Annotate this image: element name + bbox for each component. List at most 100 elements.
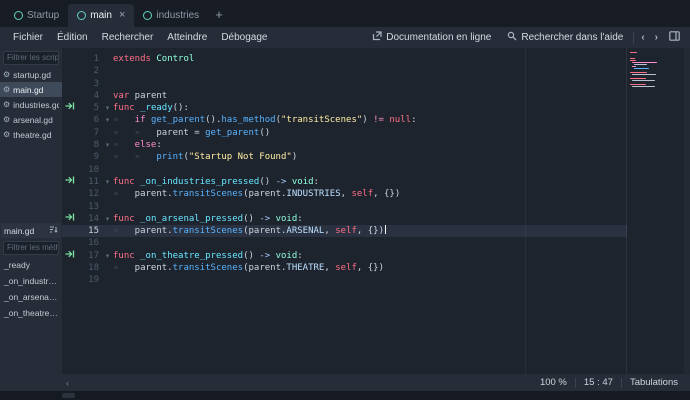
- code-line-18[interactable]: 18»parent.transitScenes(parent.THEATRE, …: [62, 262, 627, 274]
- code-text[interactable]: func _ready():: [113, 102, 189, 114]
- code-line-19[interactable]: 19: [62, 274, 627, 286]
- methods-panel-header[interactable]: main.gd: [1, 223, 61, 238]
- method-item-ready[interactable]: _ready: [0, 257, 62, 273]
- code-line-14[interactable]: 14▾func _on_arsenal_pressed() -> void:: [62, 213, 627, 225]
- sort-methods-icon[interactable]: [49, 225, 58, 236]
- search-help-button[interactable]: Rechercher dans l'aide: [499, 31, 631, 44]
- hscroll-left-arrow-icon[interactable]: ‹: [66, 378, 69, 388]
- fold-gutter: [102, 274, 113, 286]
- script-item-startup-gd[interactable]: ⚙startup.gd: [0, 67, 62, 82]
- script-item-arsenal-gd[interactable]: ⚙arsenal.gd: [0, 112, 62, 127]
- history-back-button[interactable]: ‹: [636, 32, 649, 43]
- menu-debogage[interactable]: Débogage: [214, 31, 274, 44]
- script-item-main-gd[interactable]: ⚙main.gd: [0, 82, 62, 97]
- gdscript-icon: [77, 11, 86, 20]
- signal-connection-icon[interactable]: [65, 249, 75, 263]
- code-line-8[interactable]: 8▾»else:: [62, 139, 627, 151]
- gutter-breakpoint-area[interactable]: [62, 213, 78, 225]
- code-line-12[interactable]: 12»parent.transitScenes(parent.INDUSTRIE…: [62, 188, 627, 200]
- fold-arrow-icon[interactable]: ▾: [102, 213, 113, 225]
- gutter-breakpoint-area[interactable]: [62, 127, 78, 139]
- code-text[interactable]: func _on_theatre_pressed() -> void:: [113, 250, 303, 262]
- line-number: 2: [78, 65, 102, 77]
- code-text[interactable]: extends Control: [113, 53, 194, 65]
- code-line-9[interactable]: 9»»print("Startup Not Found"): [62, 151, 627, 163]
- menu-atteindre[interactable]: Atteindre: [160, 31, 214, 44]
- menu-edition[interactable]: Édition: [50, 31, 95, 44]
- tab-startup[interactable]: Startup: [5, 4, 68, 27]
- code-text[interactable]: »parent.transitScenes(parent.THEATRE, se…: [113, 262, 384, 274]
- tab-industries[interactable]: industries: [134, 4, 208, 27]
- fold-arrow-icon[interactable]: ▾: [102, 250, 113, 262]
- indent-type-button[interactable]: Tabulations: [622, 377, 686, 388]
- code-line-7[interactable]: 7»»parent = get_parent(): [62, 127, 627, 139]
- gutter-breakpoint-area[interactable]: [62, 151, 78, 163]
- script-item-industries-gd[interactable]: ⚙industries.gd: [0, 97, 62, 112]
- script-item-theatre-gd[interactable]: ⚙theatre.gd: [0, 127, 62, 142]
- gutter-breakpoint-area[interactable]: [62, 262, 78, 274]
- gutter-breakpoint-area[interactable]: [62, 274, 78, 286]
- vertical-scrollbar[interactable]: [684, 48, 690, 374]
- code-text[interactable]: var parent: [113, 90, 167, 102]
- tab-main[interactable]: main×: [68, 4, 134, 27]
- code-text[interactable]: »parent.transitScenes(parent.INDUSTRIES,…: [113, 188, 400, 200]
- minimap[interactable]: [630, 52, 656, 90]
- gdscript-icon: [143, 11, 152, 20]
- gutter-breakpoint-area[interactable]: [62, 225, 78, 237]
- gutter-breakpoint-area[interactable]: [62, 65, 78, 77]
- code-line-3[interactable]: 3: [62, 78, 627, 90]
- code-line-13[interactable]: 13: [62, 201, 627, 213]
- signal-connection-icon[interactable]: [65, 101, 75, 115]
- online-docs-button[interactable]: Documentation en ligne: [364, 31, 499, 44]
- code-text[interactable]: func _on_arsenal_pressed() -> void:: [113, 213, 303, 225]
- code-text[interactable]: »»print("Startup Not Found"): [113, 151, 297, 163]
- minimap-divider[interactable]: [626, 48, 627, 374]
- panel-toggle-button[interactable]: [663, 31, 684, 44]
- method-item-on-theatre-pressed[interactable]: _on_theatre_pressed: [0, 305, 62, 321]
- code-text[interactable]: func _on_industries_pressed() -> void:: [113, 176, 319, 188]
- gutter-breakpoint-area[interactable]: [62, 114, 78, 126]
- fold-arrow-icon[interactable]: ▾: [102, 114, 113, 126]
- zoom-level[interactable]: 100 %: [532, 377, 575, 388]
- code-line-17[interactable]: 17▾func _on_theatre_pressed() -> void:: [62, 250, 627, 262]
- fold-arrow-icon[interactable]: ▾: [102, 176, 113, 188]
- scripts-filter-input[interactable]: Filtrer les scripts: [3, 51, 59, 65]
- code-line-10[interactable]: 10: [62, 164, 627, 176]
- signal-connection-icon[interactable]: [65, 212, 75, 226]
- method-item-on-arsenal-pressed[interactable]: _on_arsenal_pressed: [0, 289, 62, 305]
- methods-panel-script-name: main.gd: [4, 226, 49, 236]
- code-line-4[interactable]: 4var parent: [62, 90, 627, 102]
- fold-arrow-icon[interactable]: ▾: [102, 139, 113, 151]
- gutter-breakpoint-area[interactable]: [62, 102, 78, 114]
- code-text[interactable]: »parent.transitScenes(parent.ARSENAL, se…: [113, 225, 386, 237]
- signal-connection-icon[interactable]: [65, 175, 75, 189]
- history-forward-button[interactable]: ›: [650, 32, 663, 43]
- code-text[interactable]: »»parent = get_parent(): [113, 127, 270, 139]
- code-line-2[interactable]: 2: [62, 65, 627, 77]
- menu-rechercher[interactable]: Rechercher: [95, 31, 161, 44]
- gutter-breakpoint-area[interactable]: [62, 139, 78, 151]
- tab-close-icon[interactable]: ×: [119, 10, 125, 21]
- new-tab-button[interactable]: +: [208, 7, 230, 22]
- code-line-15[interactable]: 15»parent.transitScenes(parent.ARSENAL, …: [62, 225, 627, 237]
- gutter-breakpoint-area[interactable]: [62, 53, 78, 65]
- gutter-breakpoint-area[interactable]: [62, 78, 78, 90]
- gutter-breakpoint-area[interactable]: [62, 188, 78, 200]
- code-line-6[interactable]: 6▾»if get_parent().has_method("transitSc…: [62, 114, 627, 126]
- code-editor[interactable]: 1extends Control234var parent5▾func _rea…: [62, 48, 690, 374]
- code-text[interactable]: »else:: [113, 139, 162, 151]
- gutter-breakpoint-area[interactable]: [62, 176, 78, 188]
- code-line-11[interactable]: 11▾func _on_industries_pressed() -> void…: [62, 176, 627, 188]
- code-text[interactable]: »if get_parent().has_method("transitScen…: [113, 114, 417, 126]
- script-name: theatre.gd: [13, 130, 51, 140]
- code-line-16[interactable]: 16: [62, 237, 627, 249]
- methods-filter-input[interactable]: Filtrer les méthodes: [3, 241, 59, 255]
- fold-arrow-icon[interactable]: ▾: [102, 102, 113, 114]
- code-line-5[interactable]: 5▾func _ready():: [62, 102, 627, 114]
- bottom-panel-chip[interactable]: [62, 393, 75, 398]
- cursor-position: 15 : 47: [576, 377, 621, 388]
- menu-fichier[interactable]: Fichier: [6, 31, 50, 44]
- code-line-1[interactable]: 1extends Control: [62, 53, 627, 65]
- gutter-breakpoint-area[interactable]: [62, 250, 78, 262]
- method-item-on-industries-pressed[interactable]: _on_industries_pressed: [0, 273, 62, 289]
